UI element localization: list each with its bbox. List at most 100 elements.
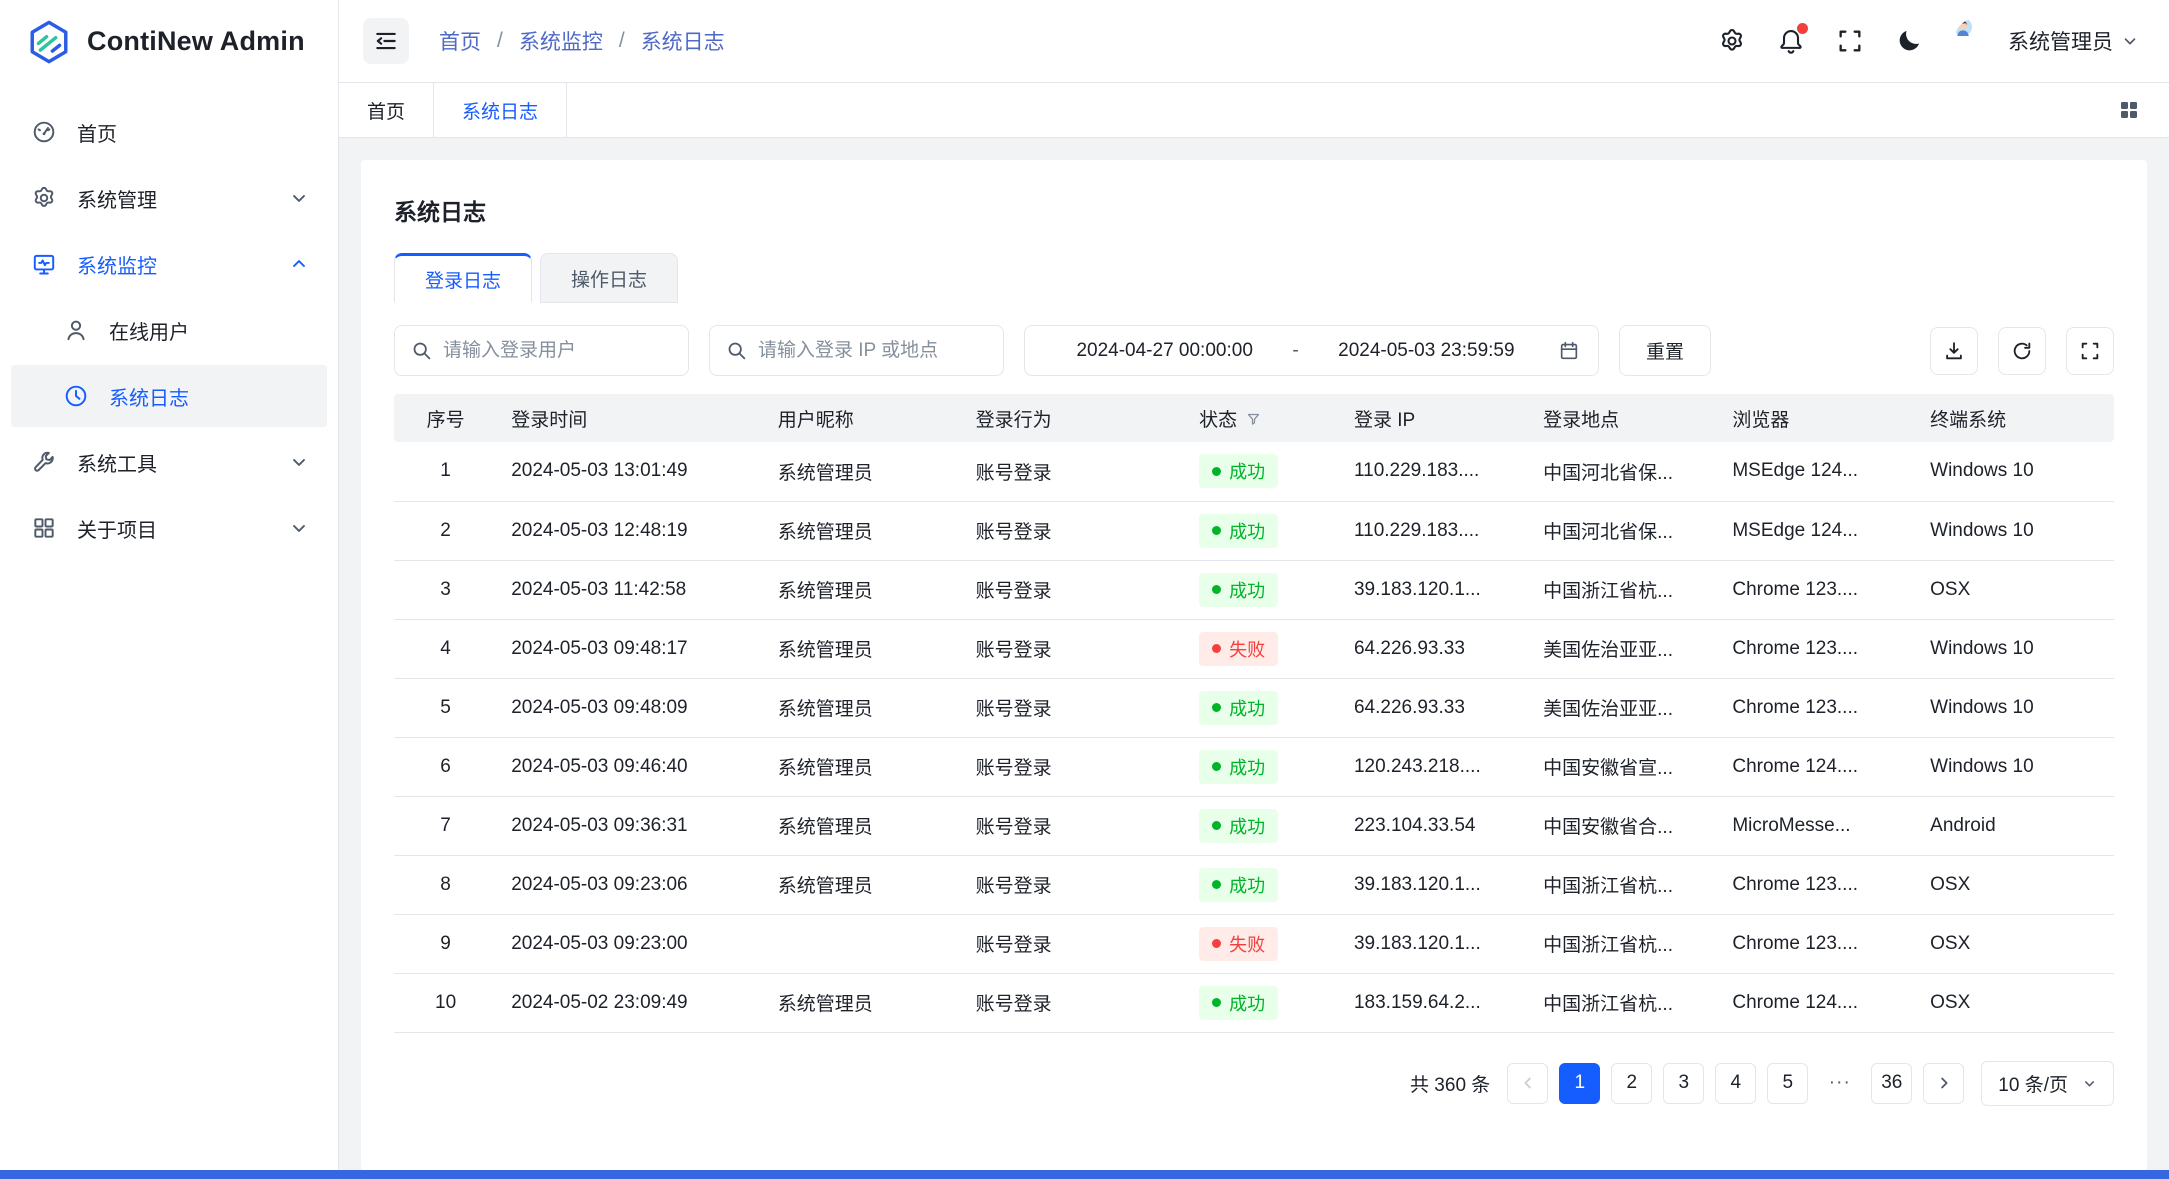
dashboard-icon — [31, 119, 57, 145]
tab-system-log[interactable]: 系统日志 — [434, 83, 567, 137]
moon-icon — [1895, 27, 1923, 55]
refresh-button[interactable] — [1998, 327, 2046, 375]
status-dot-icon — [1212, 880, 1221, 889]
cell-nickname: 系统管理员 — [764, 737, 962, 796]
cell-browser: MSEdge 124... — [1718, 442, 1916, 501]
subtab-login-log[interactable]: 登录日志 — [394, 253, 532, 303]
cell-time: 2024-05-03 09:46:40 — [497, 737, 764, 796]
monitor-icon — [31, 251, 57, 277]
table-header: 序号登录时间用户昵称登录行为状态登录 IP登录地点浏览器终端系统 — [394, 394, 2114, 442]
sidebar-item-label: 系统工具 — [77, 448, 157, 477]
cell-status: 成功 — [1185, 442, 1340, 501]
page-button-1[interactable]: 1 — [1559, 1063, 1600, 1104]
cell-browser: MSEdge 124... — [1718, 501, 1916, 560]
cell-browser: Chrome 123.... — [1718, 914, 1916, 973]
table-row: 92024-05-03 09:23:00账号登录失败39.183.120.1..… — [394, 914, 2114, 973]
col-header-6: 登录地点 — [1529, 394, 1718, 442]
sidebar-item-system-tools[interactable]: 系统工具 — [11, 431, 327, 493]
avatar-image — [1954, 18, 1972, 36]
fullscreen-icon — [1836, 27, 1864, 55]
login-user-search[interactable] — [394, 325, 689, 376]
breadcrumb-item-monitor[interactable]: 系统监控 — [519, 26, 603, 56]
cell-nickname: 系统管理员 — [764, 619, 962, 678]
col-header-5: 登录 IP — [1340, 394, 1529, 442]
cell-location: 中国浙江省杭... — [1529, 914, 1718, 973]
tab-list-button[interactable] — [2117, 83, 2169, 137]
cell-location: 中国安徽省宣... — [1529, 737, 1718, 796]
sidebar-item-about[interactable]: 关于项目 — [11, 497, 327, 559]
cell-behavior: 账号登录 — [962, 678, 1186, 737]
grid-view-icon — [2117, 98, 2141, 122]
sidebar-item-system-management[interactable]: 系统管理 — [11, 167, 327, 229]
download-icon — [1943, 340, 1965, 362]
cell-nickname: 系统管理员 — [764, 501, 962, 560]
status-dot-icon — [1212, 703, 1221, 712]
prev-page-button[interactable] — [1507, 1063, 1548, 1104]
cell-browser: Chrome 123.... — [1718, 619, 1916, 678]
page-button-2[interactable]: 2 — [1611, 1063, 1652, 1104]
status-badge: 成功 — [1199, 809, 1278, 843]
table-row: 52024-05-03 09:48:09系统管理员账号登录成功64.226.93… — [394, 678, 2114, 737]
subtab-operation-log[interactable]: 操作日志 — [540, 253, 678, 303]
expand-table-button[interactable] — [2066, 327, 2114, 375]
settings-button[interactable] — [1718, 27, 1746, 55]
next-page-button[interactable] — [1923, 1063, 1964, 1104]
dark-mode-button[interactable] — [1895, 27, 1923, 55]
status-dot-icon — [1212, 762, 1221, 771]
date-range-picker[interactable]: 2024-04-27 00:00:00 - 2024-05-03 23:59:5… — [1024, 325, 1599, 376]
avatar — [1954, 18, 2000, 64]
sidebar-menu: 首页 系统管理 — [0, 83, 338, 559]
status-badge: 失败 — [1199, 927, 1278, 961]
page-button-36[interactable]: 36 — [1871, 1063, 1912, 1104]
sidebar-item-system-monitor[interactable]: 系统监控 — [11, 233, 327, 295]
page-size-select[interactable]: 10 条/页 — [1981, 1061, 2114, 1106]
cell-time: 2024-05-03 09:48:09 — [497, 678, 764, 737]
tab-home[interactable]: 首页 — [339, 83, 434, 137]
cell-behavior: 账号登录 — [962, 973, 1186, 1032]
cell-index: 6 — [394, 737, 497, 796]
user-menu[interactable]: 系统管理员 — [1954, 18, 2139, 64]
col-header-label: 登录行为 — [976, 410, 1052, 431]
breadcrumb-item-home[interactable]: 首页 — [439, 26, 481, 56]
app-logo[interactable]: ContiNew Admin — [0, 0, 338, 83]
status-dot-icon — [1212, 821, 1221, 830]
cell-location: 中国河北省保... — [1529, 501, 1718, 560]
chevron-up-icon — [289, 254, 309, 274]
page-button-4[interactable]: 4 — [1715, 1063, 1756, 1104]
breadcrumb-separator: / — [619, 29, 625, 53]
col-header-4: 状态 — [1185, 394, 1340, 442]
page-button-5[interactable]: 5 — [1767, 1063, 1808, 1104]
sidebar-collapse-button[interactable] — [363, 18, 409, 64]
table-row: 22024-05-03 12:48:19系统管理员账号登录成功110.229.1… — [394, 501, 2114, 560]
login-user-input[interactable] — [443, 340, 672, 362]
cell-location: 美国佐治亚亚... — [1529, 619, 1718, 678]
sidebar-item-home[interactable]: 首页 — [11, 101, 327, 163]
system-log-card: 系统日志 登录日志 操作日志 — [361, 160, 2147, 1171]
cell-status: 成功 — [1185, 973, 1340, 1032]
sidebar-item-online-users[interactable]: 在线用户 — [11, 299, 327, 361]
login-log-table: 序号登录时间用户昵称登录行为状态登录 IP登录地点浏览器终端系统 12024-0… — [394, 394, 2114, 1033]
cell-os: OSX — [1916, 855, 2114, 914]
cell-location: 中国浙江省杭... — [1529, 855, 1718, 914]
cell-nickname: 系统管理员 — [764, 855, 962, 914]
col-header-0: 序号 — [394, 394, 497, 442]
sidebar-item-label: 系统监控 — [77, 250, 157, 279]
login-ip-input[interactable] — [758, 340, 987, 362]
calendar-icon — [1558, 340, 1580, 362]
cell-status: 成功 — [1185, 855, 1340, 914]
sidebar-item-system-log[interactable]: 系统日志 — [11, 365, 327, 427]
filter-toolbar: 2024-04-27 00:00:00 - 2024-05-03 23:59:5… — [394, 325, 2114, 376]
reset-button[interactable]: 重置 — [1619, 325, 1711, 376]
fullscreen-button[interactable] — [1836, 27, 1864, 55]
page-button-3[interactable]: 3 — [1663, 1063, 1704, 1104]
page-ellipsis[interactable]: ··· — [1819, 1063, 1860, 1104]
notifications-button[interactable] — [1777, 27, 1805, 55]
user-name: 系统管理员 — [2008, 26, 2113, 56]
cell-time: 2024-05-03 09:36:31 — [497, 796, 764, 855]
cell-index: 3 — [394, 560, 497, 619]
filter-icon[interactable] — [1245, 411, 1262, 428]
cell-browser: MicroMesse... — [1718, 796, 1916, 855]
cell-status: 失败 — [1185, 619, 1340, 678]
login-ip-search[interactable] — [709, 325, 1004, 376]
export-button[interactable] — [1930, 327, 1978, 375]
